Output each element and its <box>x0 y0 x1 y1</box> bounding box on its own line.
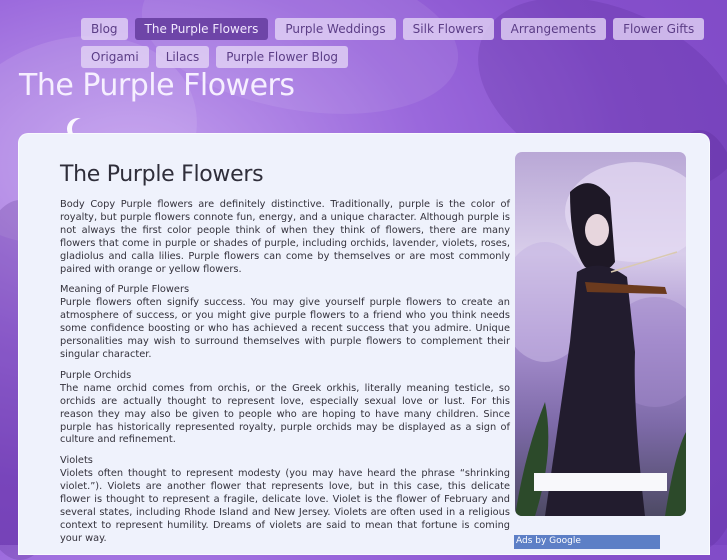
ads-by-google-link[interactable]: Ads by Google <box>514 535 660 549</box>
main-article: The Purple Flowers Body Copy Purple flow… <box>60 162 510 554</box>
nav-tab-flower-gifts[interactable]: Flower Gifts <box>613 18 705 40</box>
nav-tab-silk-flowers[interactable]: Silk Flowers <box>402 18 494 40</box>
section-heading-orchids: Purple Orchids <box>60 369 132 381</box>
violinist-illustration <box>515 162 686 516</box>
section-orchids: Purple Orchids The name orchid comes fro… <box>60 370 510 447</box>
image-caption-bar <box>534 473 667 491</box>
section-body-meaning: Purple flowers often signify success. Yo… <box>60 297 510 360</box>
section-violets: Violets Violets often thought to represe… <box>60 455 510 545</box>
article-paragraph-intro: Body Copy Purple flowers are definitely … <box>60 199 510 275</box>
section-meaning: Meaning of Purple Flowers Purple flowers… <box>60 284 510 361</box>
section-heading-meaning: Meaning of Purple Flowers <box>60 284 190 296</box>
nav-row-1: Blog The Purple Flowers Purple Weddings … <box>81 18 705 40</box>
content-panel: The Purple Flowers Body Copy Purple flow… <box>18 133 710 555</box>
section-heading-violets: Violets <box>60 455 93 467</box>
nav-tab-purple-flower-blog[interactable]: Purple Flower Blog <box>216 46 349 68</box>
nav-tab-arrangements[interactable]: Arrangements <box>500 18 607 40</box>
nav-tab-purple-weddings[interactable]: Purple Weddings <box>275 18 396 40</box>
nav-tab-origami[interactable]: Origami <box>81 46 149 68</box>
top-navigation: Blog The Purple Flowers Purple Weddings … <box>81 18 705 74</box>
violinist-image <box>515 152 686 516</box>
nav-tab-the-purple-flowers[interactable]: The Purple Flowers <box>134 18 269 40</box>
nav-tab-lilacs[interactable]: Lilacs <box>155 46 210 68</box>
section-body-orchids: The name orchid comes from orchis, or th… <box>60 382 510 446</box>
nav-row-2: Origami Lilacs Purple Flower Blog <box>81 46 681 68</box>
site-title[interactable]: The Purple Flowers <box>19 68 295 103</box>
page-title: The Purple Flowers <box>60 162 264 187</box>
nav-tab-blog[interactable]: Blog <box>81 18 128 40</box>
section-body-violets: Violets often thought to represent modes… <box>60 468 510 544</box>
